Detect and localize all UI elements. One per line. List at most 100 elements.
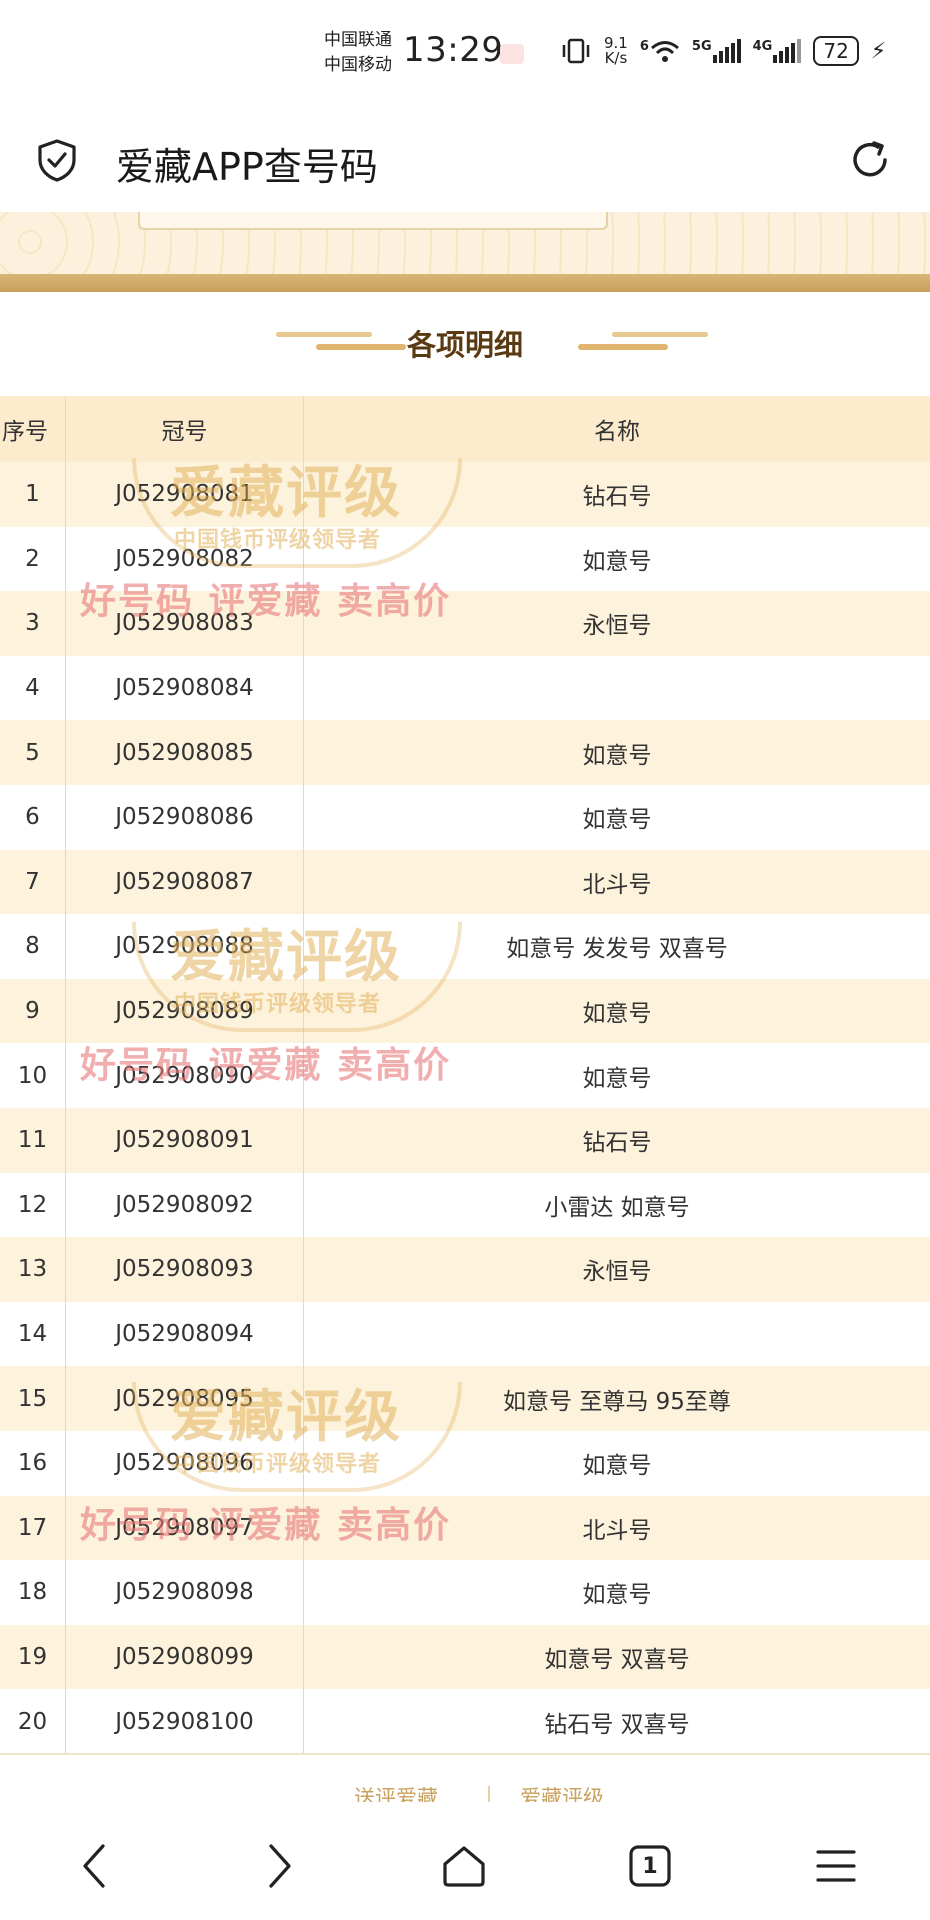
cell-name: 如意号 至尊马 95至尊 — [503, 1388, 731, 1415]
cell-name: 如意号 — [582, 1001, 652, 1028]
signal-2: 4G — [753, 39, 802, 63]
carrier-names: 中国联通 中国移动 — [324, 28, 392, 78]
cell-serial: J052908092 — [66, 1172, 304, 1238]
cell-serial: J052908081 — [66, 462, 304, 527]
cell-index: 20 — [0, 1689, 66, 1754]
menu-icon — [816, 1850, 856, 1882]
cell-serial: J052908085 — [66, 720, 304, 785]
cell-name — [304, 656, 930, 721]
table-row: 4 J052908084 — [0, 655, 930, 721]
cell-index: 11 — [0, 1107, 66, 1173]
table-bottom-border — [0, 1753, 930, 1755]
cell-index: 1 — [0, 462, 66, 527]
cell-name: 钻石号 — [582, 484, 652, 511]
banner-card — [138, 212, 608, 230]
header-serial: 冠号 — [66, 396, 304, 462]
footer-link-grading[interactable]: 爱藏评级 — [520, 1782, 604, 1802]
cell-name: 北斗号 — [582, 1517, 652, 1544]
cell-index: 9 — [0, 978, 66, 1044]
cell-index: 3 — [0, 591, 66, 656]
carrier-2: 中国移动 — [324, 55, 392, 75]
home-button[interactable] — [434, 1838, 494, 1894]
table-header-row: 序号 冠号 名称 — [0, 396, 930, 462]
cell-serial: J052908083 — [66, 591, 304, 656]
footer-links: 送评爱藏 爱藏评级 — [0, 1782, 930, 1802]
cell-name: 如意号 — [582, 807, 652, 834]
back-button[interactable] — [64, 1838, 124, 1894]
status-time: 13:29 — [403, 30, 504, 70]
cell-serial: J052908097 — [66, 1495, 304, 1561]
carrier-1: 中国联通 — [324, 30, 392, 50]
cell-name: 如意号 发发号 双喜号 — [506, 936, 728, 963]
notification-icon — [500, 44, 524, 64]
cell-index: 7 — [0, 849, 66, 915]
cell-name: 钻石号 — [582, 1130, 652, 1157]
table-row: 20 J052908100 钻石号 双喜号 — [0, 1689, 930, 1754]
wifi-status: 6 — [640, 39, 680, 63]
cell-index: 19 — [0, 1624, 66, 1690]
cell-name: 如意号 — [582, 742, 652, 769]
cell-serial: J052908090 — [66, 1043, 304, 1108]
cell-serial: J052908099 — [66, 1624, 304, 1690]
status-bar: 中国联通 中国移动 13:29 9.1 K/s 6 5G 4G 72 ⚡ — [0, 0, 930, 108]
signal-1: 5G — [692, 39, 741, 63]
cell-name: 永恒号 — [582, 613, 652, 640]
cell-serial: J052908082 — [66, 526, 304, 592]
cell-index: 12 — [0, 1172, 66, 1238]
cell-name: 如意号 双喜号 — [544, 1646, 690, 1673]
page-banner — [0, 212, 930, 274]
table-row: 1 J052908081 钻石号 — [0, 462, 930, 527]
signal-bars-icon — [773, 39, 802, 63]
table-row: 11 J052908091 钻石号 — [0, 1107, 930, 1173]
cell-name: 如意号 — [582, 1065, 652, 1092]
cell-index: 6 — [0, 784, 66, 850]
reload-icon[interactable] — [848, 138, 892, 182]
cell-serial: J052908089 — [66, 978, 304, 1044]
table-row: 9 J052908089 如意号 — [0, 978, 930, 1044]
cell-index: 4 — [0, 655, 66, 721]
cell-serial: J052908084 — [66, 655, 304, 721]
footer-separator — [488, 1786, 490, 1802]
net-speed: 9.1 K/s — [604, 34, 628, 67]
cell-serial: J052908096 — [66, 1430, 304, 1496]
cell-serial: J052908093 — [66, 1237, 304, 1302]
table-row: 5 J052908085 如意号 — [0, 720, 930, 785]
table-row: 10 J052908090 如意号 — [0, 1043, 930, 1108]
cell-index: 15 — [0, 1366, 66, 1431]
cell-serial: J052908100 — [66, 1689, 304, 1754]
shield-check-icon[interactable] — [36, 138, 78, 182]
forward-button[interactable] — [250, 1838, 310, 1894]
table-row: 19 J052908099 如意号 双喜号 — [0, 1624, 930, 1690]
cell-name: 小雷达 如意号 — [544, 1194, 690, 1221]
table-row: 8 J052908088 如意号 发发号 双喜号 — [0, 914, 930, 979]
cell-index: 8 — [0, 914, 66, 979]
cell-index: 18 — [0, 1560, 66, 1625]
table-row: 7 J052908087 北斗号 — [0, 849, 930, 915]
section-header: 各项明细 — [0, 292, 930, 396]
chevron-right-icon — [269, 1844, 291, 1888]
page-title: 爱藏APP查号码 — [116, 145, 378, 189]
cell-index: 16 — [0, 1430, 66, 1496]
system-icons: 9.1 K/s 6 5G 4G 72 ⚡ — [560, 36, 886, 66]
right-ornament — [578, 330, 708, 354]
battery-indicator: 72 — [813, 36, 859, 66]
vibrate-icon — [562, 38, 590, 64]
tabs-button[interactable]: 1 — [620, 1838, 680, 1894]
home-icon — [443, 1846, 485, 1887]
tab-count: 1 — [642, 1853, 658, 1879]
table-row: 2 J052908082 如意号 — [0, 526, 930, 592]
cell-index: 10 — [0, 1043, 66, 1108]
footer-link-submit[interactable]: 送评爱藏 — [354, 1782, 438, 1802]
menu-button[interactable] — [806, 1838, 866, 1894]
table-row: 6 J052908086 如意号 — [0, 784, 930, 850]
cell-name: 如意号 — [582, 1453, 652, 1480]
cell-serial: J052908087 — [66, 849, 304, 915]
header-name: 名称 — [594, 419, 640, 445]
table-row: 13 J052908093 永恒号 — [0, 1237, 930, 1302]
gold-divider — [0, 274, 930, 292]
cell-name — [304, 1302, 930, 1367]
cell-name: 永恒号 — [582, 1259, 652, 1286]
section-title: 各项明细 — [406, 328, 523, 362]
cell-index: 5 — [0, 720, 66, 785]
table-row: 12 J052908092 小雷达 如意号 — [0, 1172, 930, 1238]
